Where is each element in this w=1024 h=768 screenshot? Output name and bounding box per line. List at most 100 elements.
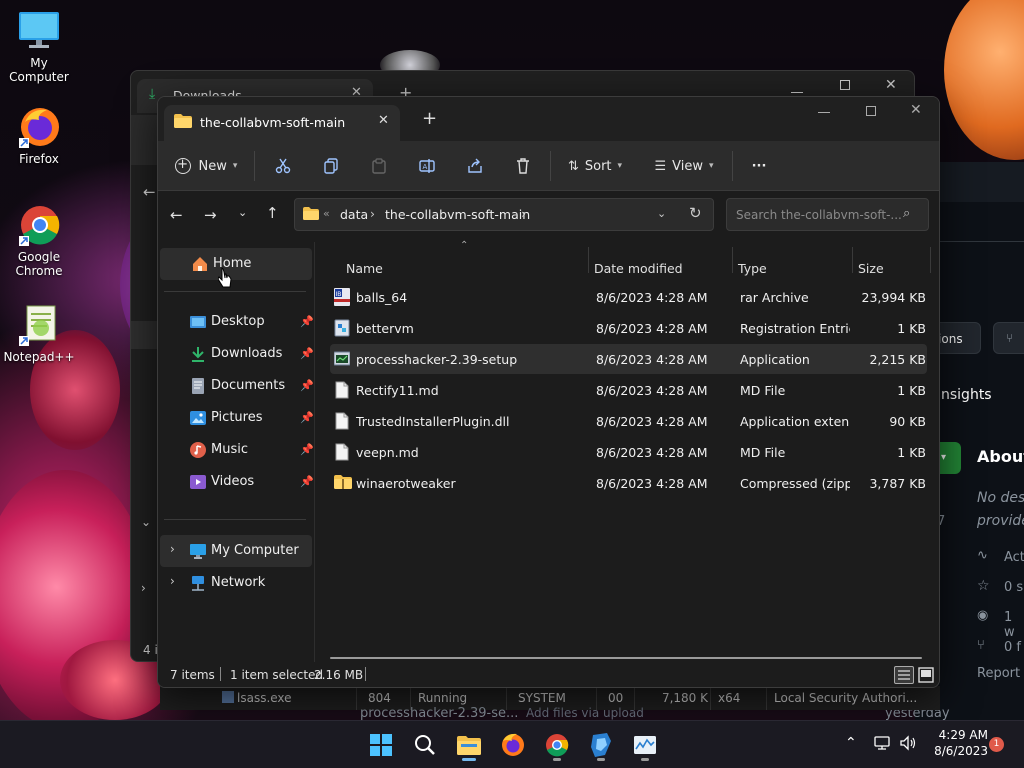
file-row[interactable]: Rectify11.md 8/6/2023 4:28 AM MD File 1 KB: [330, 375, 927, 405]
sidebar-item-home[interactable]: Home: [160, 248, 312, 280]
more-options-button[interactable]: ···: [742, 149, 776, 183]
paste-button[interactable]: [362, 149, 396, 183]
tiles-view-button[interactable]: [917, 666, 935, 684]
breadcrumb-separator-icon[interactable]: ›: [370, 206, 375, 221]
back-window-minimize[interactable]: [791, 92, 803, 93]
details-view-button[interactable]: [894, 666, 914, 684]
copy-button[interactable]: [314, 149, 348, 183]
pin-icon[interactable]: 📌: [300, 475, 314, 488]
share-button[interactable]: [458, 149, 492, 183]
expand-chevron-icon[interactable]: ›: [170, 542, 175, 556]
column-header-name[interactable]: Name: [346, 242, 586, 276]
pin-icon[interactable]: 📌: [300, 411, 314, 424]
rename-icon: A: [419, 159, 435, 173]
file-date-modified: 8/6/2023 4:28 AM: [596, 352, 708, 367]
volume-icon[interactable]: [899, 735, 917, 751]
taskbar-file-explorer[interactable]: [453, 729, 485, 761]
github-stars[interactable]: 0 s: [1004, 580, 1023, 595]
sidebar-item-pictures[interactable]: Pictures 📌: [160, 402, 314, 434]
github-activity[interactable]: Act: [1004, 550, 1024, 565]
close-button[interactable]: ✕: [910, 102, 922, 118]
file-name: winaerotweaker: [356, 476, 456, 491]
column-header-type[interactable]: Type: [738, 242, 848, 276]
expand-chevron-icon[interactable]: ›: [170, 574, 175, 588]
horizontal-scrollbar[interactable]: [330, 657, 922, 659]
search-box[interactable]: Search the-collabvm-soft-... ⌕: [726, 198, 929, 231]
back-window-close[interactable]: ✕: [885, 77, 897, 93]
taskbar-chrome[interactable]: [541, 729, 573, 761]
breadcrumb-separator-icon[interactable]: ›: [521, 206, 526, 221]
notification-badge[interactable]: 1: [989, 737, 1004, 752]
back-window-chevron[interactable]: ⌄: [141, 515, 151, 529]
status-item-count: 7 items: [170, 668, 215, 682]
forward-arrow-icon[interactable]: →: [204, 206, 217, 224]
pin-icon[interactable]: 📌: [300, 315, 314, 328]
github-forks[interactable]: 0 f: [1004, 640, 1021, 655]
search-icon: ⌕: [903, 206, 911, 221]
github-insights-tab[interactable]: nsights: [941, 387, 992, 403]
view-button[interactable]: ☰ View ▾: [648, 149, 720, 183]
new-button[interactable]: + New ▾: [168, 149, 244, 183]
refresh-icon[interactable]: ↻: [689, 204, 702, 222]
sidebar-item-my-computer[interactable]: › My Computer: [160, 535, 312, 567]
taskbar-task-manager[interactable]: [629, 729, 661, 761]
taskbar-process-hacker[interactable]: [585, 729, 617, 761]
back-window-chevron-2[interactable]: ›: [141, 581, 146, 595]
back-window-back-arrow[interactable]: ←: [143, 183, 156, 201]
sidebar-item-music[interactable]: Music 📌: [160, 434, 314, 466]
pin-icon[interactable]: 📌: [300, 347, 314, 360]
back-window-maximize[interactable]: [840, 80, 850, 90]
tab-the-collabvm-soft-main[interactable]: the-collabvm-soft-main ✕: [164, 105, 400, 141]
breadcrumb-data[interactable]: data: [340, 207, 368, 222]
desktop-icon-firefox[interactable]: Firefox: [1, 104, 77, 166]
search-button[interactable]: [409, 729, 441, 761]
column-header-size[interactable]: Size: [858, 242, 928, 276]
file-row[interactable]: IB balls_64 8/6/2023 4:28 AM rar Archive 23,…: [330, 282, 927, 312]
pin-icon[interactable]: 📌: [300, 379, 314, 392]
desktop-icon-notepad-plus-plus[interactable]: Notepad++: [1, 302, 77, 364]
delete-button[interactable]: [506, 149, 540, 183]
start-button[interactable]: [365, 729, 397, 761]
overflow-chevron-icon[interactable]: «: [323, 207, 330, 220]
file-date-modified: 8/6/2023 4:28 AM: [596, 414, 708, 429]
search-input[interactable]: Search the-collabvm-soft-...: [736, 208, 902, 222]
desktop-icon-google-chrome[interactable]: Google Chrome: [1, 202, 77, 278]
sidebar-item-network[interactable]: › Network: [160, 567, 312, 599]
file-row[interactable]: TrustedInstallerPlugin.dll 8/6/2023 4:28 …: [330, 406, 927, 436]
up-arrow-icon[interactable]: ↑: [266, 204, 279, 222]
document-icon: [334, 381, 350, 399]
pin-icon[interactable]: 📌: [300, 443, 314, 456]
file-row[interactable]: processhacker-2.39-setup 8/6/2023 4:28 AM…: [330, 344, 927, 374]
details-view-icon: [898, 670, 910, 680]
sidebar-item-documents[interactable]: Documents 📌: [160, 370, 314, 402]
sidebar-item-desktop[interactable]: Desktop 📌: [160, 306, 314, 338]
desktop-icon-my-computer[interactable]: My Computer: [1, 8, 77, 84]
column-header-date-modified[interactable]: Date modified: [594, 242, 734, 276]
file-type: Compressed (zipp...: [740, 476, 850, 491]
sidebar-item-downloads[interactable]: Downloads 📌: [160, 338, 314, 370]
cut-button[interactable]: [266, 149, 300, 183]
file-row[interactable]: bettervm 8/6/2023 4:28 AM Registration Ent…: [330, 313, 927, 343]
network-status-icon[interactable]: [874, 735, 892, 751]
maximize-button[interactable]: [866, 106, 876, 116]
address-bar[interactable]: « data › the-collabvm-soft-main › ⌄ ↻: [294, 198, 714, 231]
minimize-button[interactable]: [818, 112, 830, 113]
rename-button[interactable]: A: [410, 149, 444, 183]
show-hidden-icons-chevron-icon[interactable]: ⌃: [845, 735, 857, 751]
file-row[interactable]: winaerotweaker 8/6/2023 4:28 AM Compressed…: [330, 468, 927, 498]
sidebar-item-videos[interactable]: Videos 📌: [160, 466, 314, 498]
file-row[interactable]: veepn.md 8/6/2023 4:28 AM MD File 1 KB: [330, 437, 927, 467]
breadcrumb-the-collabvm-soft-main[interactable]: the-collabvm-soft-main: [385, 207, 530, 222]
new-tab-button[interactable]: +: [422, 110, 437, 128]
task-manager-process-row[interactable]: lsass.exe 804 Running SYSTEM 00 7,180 K …: [160, 686, 940, 721]
github-fork-button[interactable]: ⑂: [993, 322, 1024, 354]
github-watchers[interactable]: 1 w: [1004, 610, 1024, 640]
tab-close-icon[interactable]: ✕: [378, 113, 389, 128]
recent-locations-chevron-icon[interactable]: ⌄: [238, 206, 247, 219]
sort-button[interactable]: ⇅ Sort ▾: [560, 149, 630, 183]
back-arrow-icon[interactable]: ←: [170, 206, 183, 224]
taskbar-firefox[interactable]: [497, 729, 529, 761]
address-dropdown-chevron-icon[interactable]: ⌄: [657, 207, 666, 220]
clock[interactable]: 4:29 AM 8/6/2023: [926, 727, 988, 759]
github-report-link[interactable]: Report: [977, 666, 1020, 681]
